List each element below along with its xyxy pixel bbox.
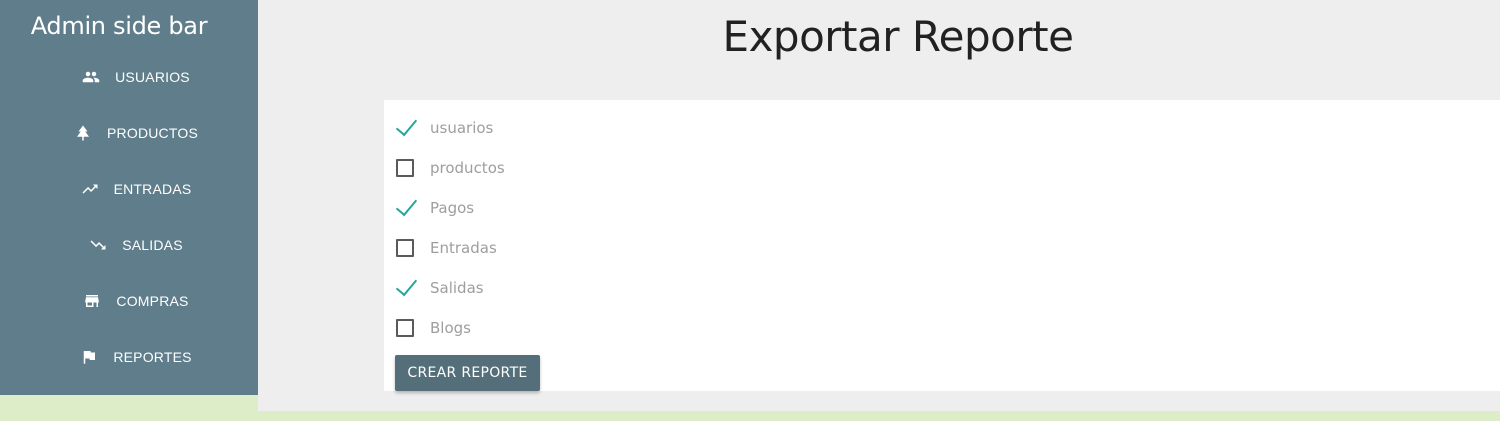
report-options-card: usuarios productos Pagos Entradas Salida… — [384, 100, 1500, 391]
sidebar-item-entradas[interactable]: ENTRADAS — [0, 169, 272, 209]
option-entradas[interactable]: Entradas — [396, 236, 497, 260]
checkbox-unchecked[interactable] — [396, 319, 414, 337]
option-salidas[interactable]: Salidas — [396, 276, 484, 300]
option-label: Blogs — [430, 319, 471, 337]
option-label: usuarios — [430, 119, 494, 137]
trending-up-icon — [81, 180, 99, 198]
checkbox-checked[interactable] — [396, 199, 414, 217]
people-icon — [82, 68, 100, 86]
option-pagos[interactable]: Pagos — [396, 196, 474, 220]
sidebar-item-label: COMPRAS — [116, 293, 189, 309]
option-usuarios[interactable]: usuarios — [396, 116, 493, 140]
page-title: Exportar Reporte — [722, 12, 1074, 61]
checkbox-unchecked[interactable] — [396, 239, 414, 257]
sidebar-item-salidas[interactable]: SALIDAS — [0, 225, 272, 265]
store-icon — [83, 292, 101, 310]
sidebar-item-label: REPORTES — [113, 349, 192, 365]
flag-icon — [80, 348, 98, 366]
option-label: Entradas — [430, 239, 497, 257]
option-label: Pagos — [430, 199, 475, 217]
sidebar-item-reportes[interactable]: REPORTES — [0, 337, 272, 377]
sidebar-item-label: ENTRADAS — [113, 181, 192, 197]
option-productos[interactable]: productos — [396, 156, 505, 180]
sidebar-item-label: USUARIOS — [115, 69, 190, 85]
option-blogs[interactable]: Blogs — [396, 316, 471, 340]
sidebar-title: Admin side bar — [30, 12, 208, 40]
admin-sidebar: Admin side bar USUARIOS PRODUCTOS ENTRAD… — [0, 0, 258, 395]
option-label: Salidas — [430, 279, 484, 297]
crear-reporte-button[interactable]: CREAR REPORTE — [395, 355, 540, 391]
sidebar-item-label: SALIDAS — [122, 237, 183, 253]
sidebar-item-usuarios[interactable]: USUARIOS — [0, 57, 272, 97]
trending-down-icon — [89, 236, 107, 254]
sidebar-item-label: PRODUCTOS — [107, 125, 198, 141]
tree-icon — [74, 124, 92, 142]
main-content: Exportar Reporte usuarios productos Pago… — [258, 0, 1500, 411]
checkbox-unchecked[interactable] — [396, 159, 414, 177]
checkbox-checked[interactable] — [396, 279, 414, 297]
sidebar-item-productos[interactable]: PRODUCTOS — [0, 113, 272, 153]
sidebar-item-compras[interactable]: COMPRAS — [0, 281, 272, 321]
checkbox-checked[interactable] — [396, 119, 414, 137]
option-label: productos — [430, 159, 505, 177]
